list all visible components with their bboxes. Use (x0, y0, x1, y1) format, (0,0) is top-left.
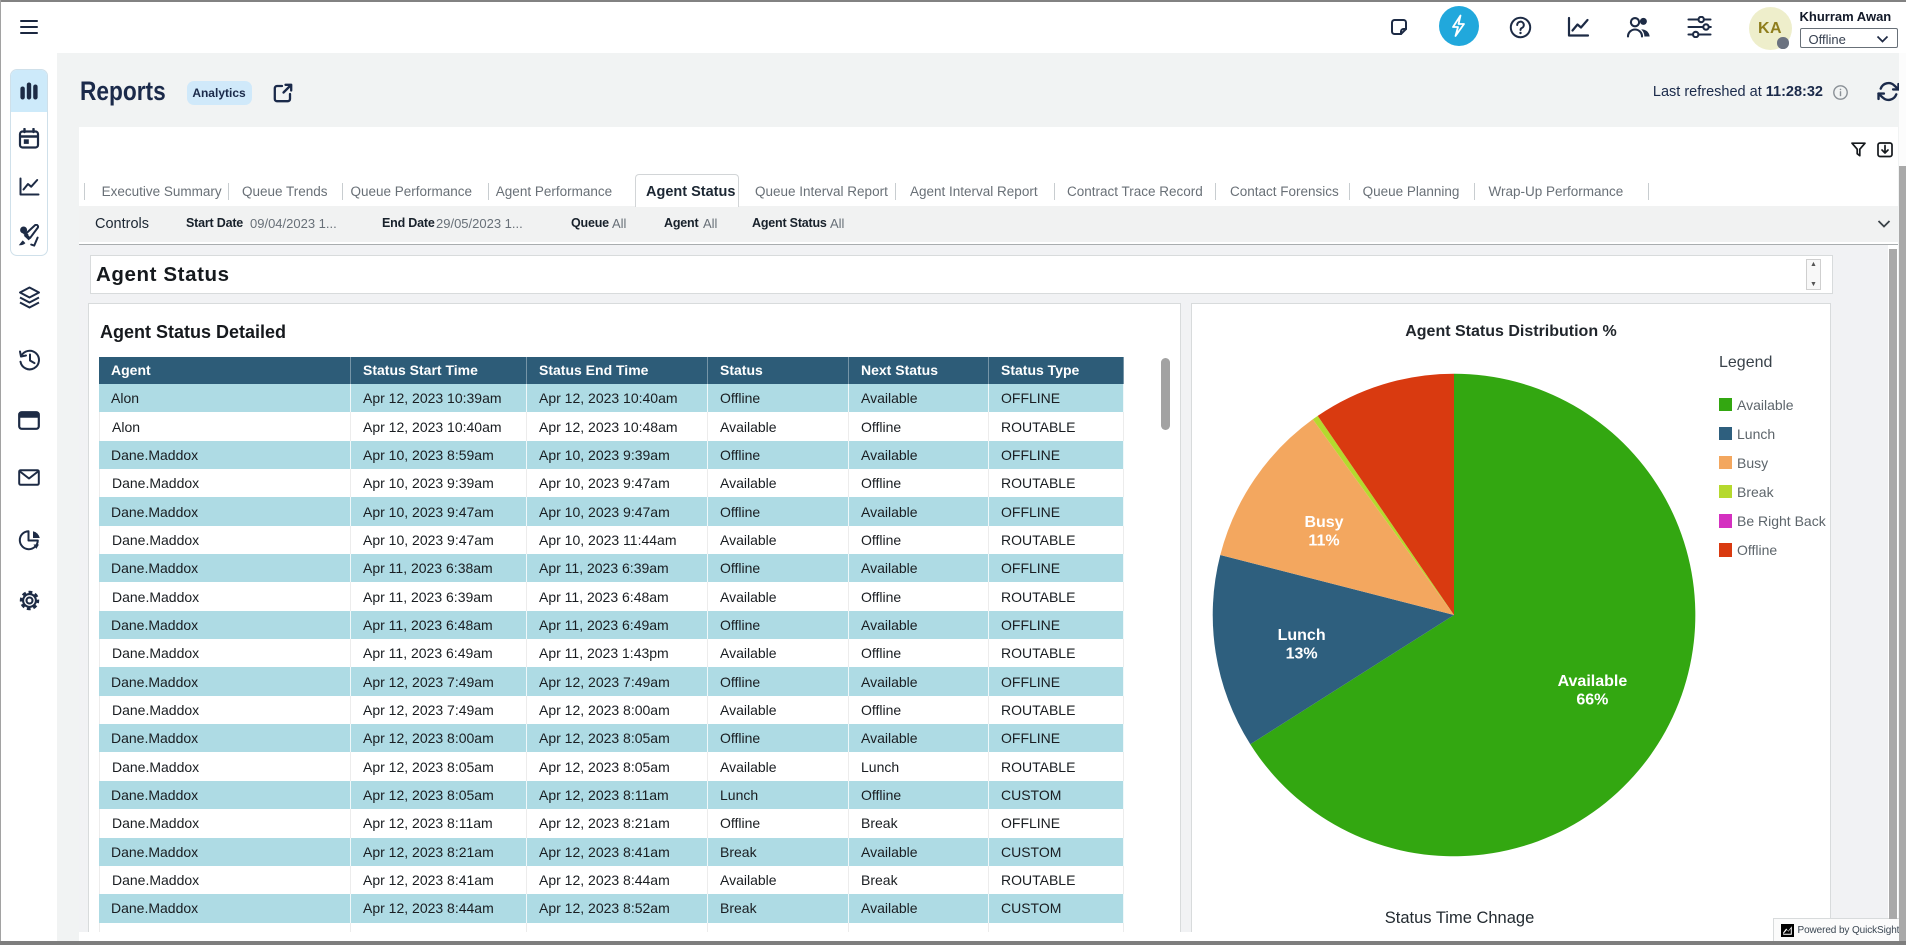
svg-text:Busy: Busy (1304, 514, 1343, 531)
svg-text:Available: Available (1558, 673, 1628, 690)
svg-text:13%: 13% (1286, 645, 1318, 662)
svg-text:66%: 66% (1576, 691, 1608, 708)
svg-text:Lunch: Lunch (1278, 627, 1326, 644)
svg-text:11%: 11% (1308, 532, 1339, 549)
